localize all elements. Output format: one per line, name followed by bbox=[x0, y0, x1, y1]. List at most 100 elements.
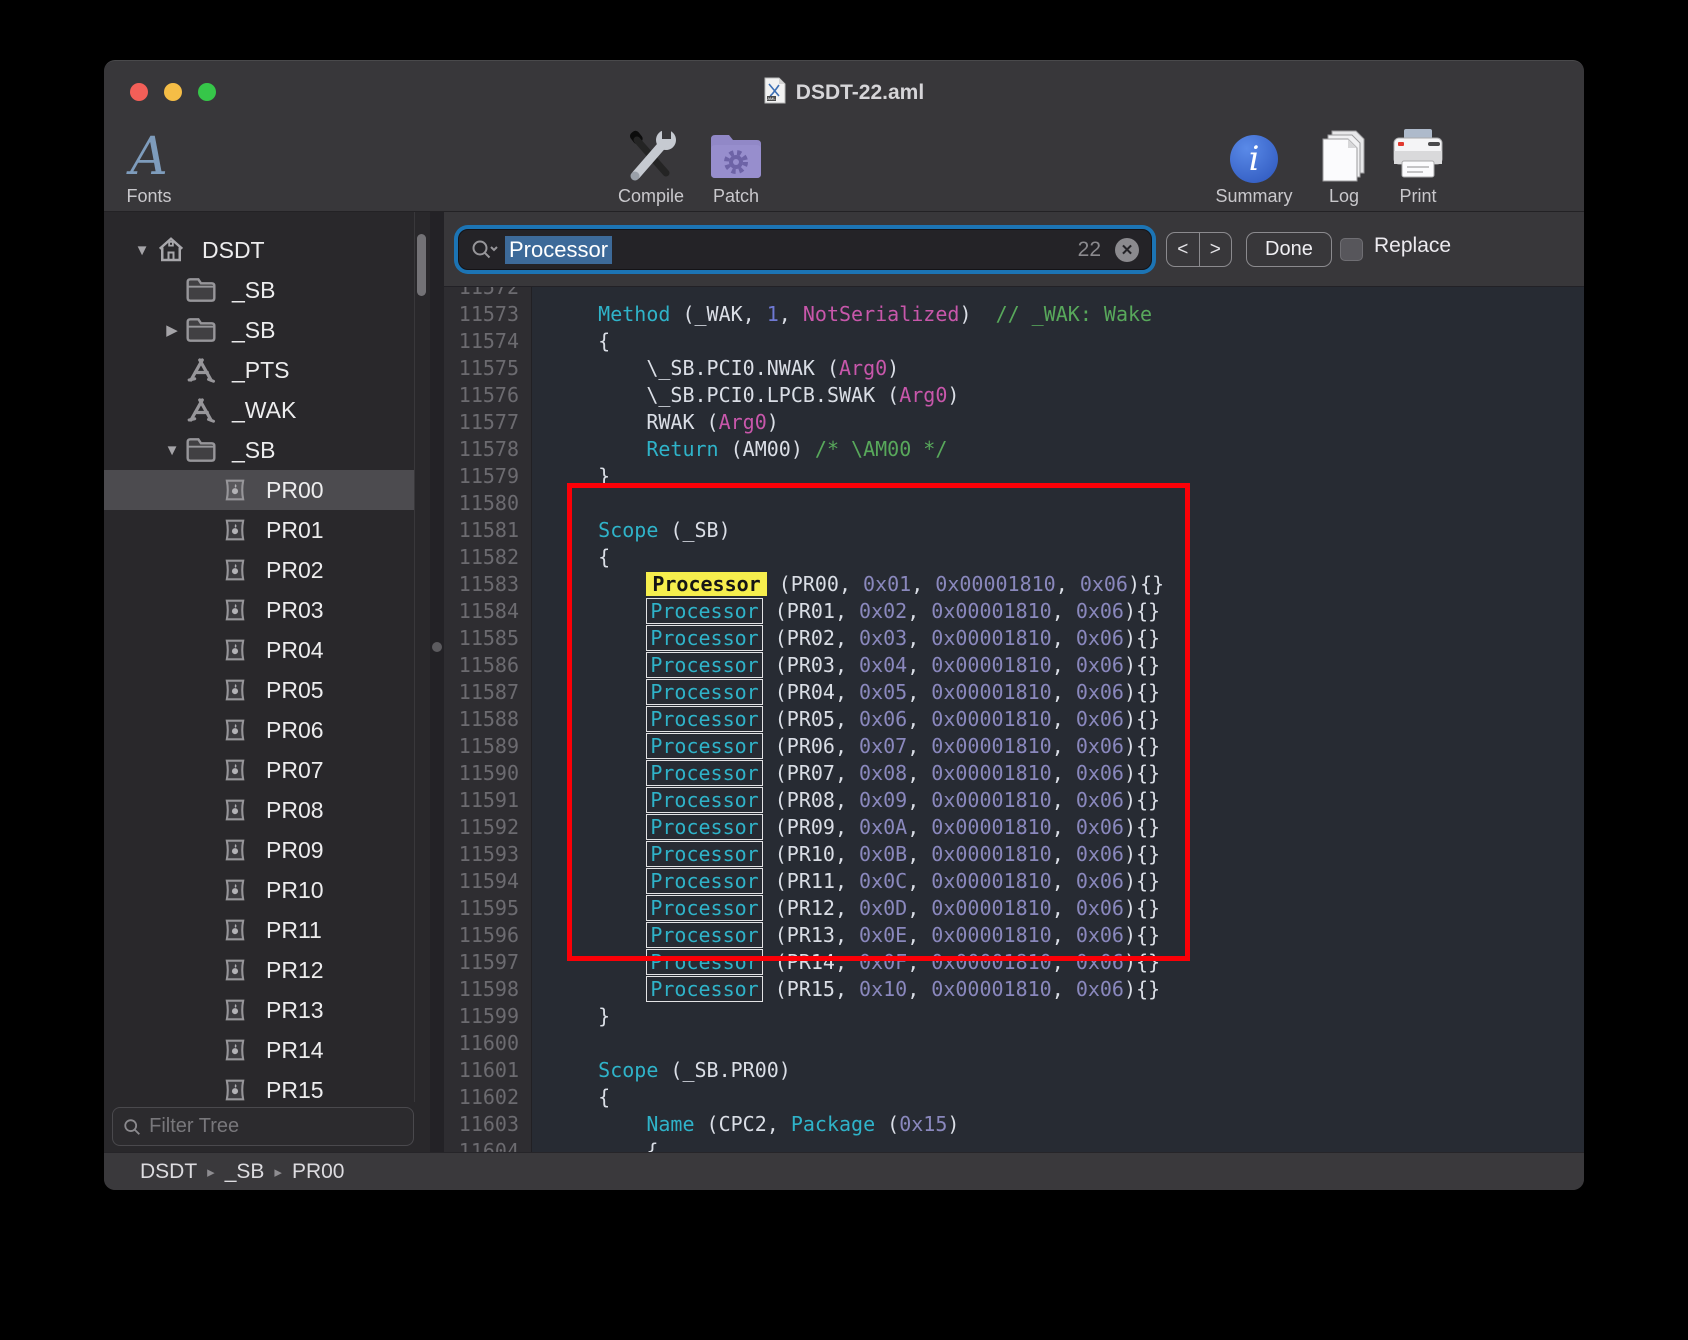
code-text[interactable]: Processor (PR12, 0x0D, 0x00001810, 0x06)… bbox=[532, 895, 1160, 922]
tree-item-pr14[interactable]: PR14 bbox=[104, 1030, 414, 1070]
code-line[interactable]: 11574 { bbox=[444, 328, 1584, 355]
code-line[interactable]: 11578 Return (AM00) /* \AM00 */ bbox=[444, 436, 1584, 463]
fonts-button[interactable]: A Fonts bbox=[104, 127, 204, 207]
splitter-handle-icon[interactable] bbox=[432, 642, 442, 652]
code-line[interactable]: 11590 Processor (PR07, 0x08, 0x00001810,… bbox=[444, 760, 1584, 787]
code-text[interactable] bbox=[532, 490, 550, 517]
breadcrumb-item-dsdt[interactable]: DSDT bbox=[140, 1160, 197, 1184]
code-line[interactable]: 11580 bbox=[444, 490, 1584, 517]
patch-button[interactable]: Patch bbox=[681, 127, 791, 207]
code-text[interactable]: Processor (PR02, 0x03, 0x00001810, 0x06)… bbox=[532, 625, 1160, 652]
tree-item-dsdt[interactable]: ▼DSDT bbox=[104, 230, 414, 270]
code-line[interactable]: 11584 Processor (PR01, 0x02, 0x00001810,… bbox=[444, 598, 1584, 625]
code-line[interactable]: 11597 Processor (PR14, 0x0F, 0x00001810,… bbox=[444, 949, 1584, 976]
code-line[interactable]: 11604 { bbox=[444, 1138, 1584, 1152]
scrollbar-thumb[interactable] bbox=[417, 234, 426, 296]
tree-item-wak[interactable]: _WAK bbox=[104, 390, 414, 430]
code-text[interactable]: Processor (PR03, 0x04, 0x00001810, 0x06)… bbox=[532, 652, 1160, 679]
tree-item-pr07[interactable]: PR07 bbox=[104, 750, 414, 790]
clear-search-icon[interactable]: ✕ bbox=[1115, 238, 1139, 262]
breadcrumb-item-sb[interactable]: _SB bbox=[225, 1160, 265, 1184]
tree-item-pr15[interactable]: PR15 bbox=[104, 1070, 414, 1102]
tree-item-pr11[interactable]: PR11 bbox=[104, 910, 414, 950]
disclosure-triangle-icon[interactable]: ▶ bbox=[160, 321, 184, 339]
code-text[interactable]: Processor (PR11, 0x0C, 0x00001810, 0x06)… bbox=[532, 868, 1160, 895]
code-text[interactable]: Processor (PR00, 0x01, 0x00001810, 0x06)… bbox=[532, 571, 1164, 598]
replace-checkbox[interactable] bbox=[1340, 238, 1363, 261]
filter-tree-field[interactable] bbox=[112, 1107, 414, 1146]
tree-item-pr09[interactable]: PR09 bbox=[104, 830, 414, 870]
previous-match-button[interactable]: < bbox=[1167, 233, 1200, 266]
tree-item-pr13[interactable]: PR13 bbox=[104, 990, 414, 1030]
done-button[interactable]: Done bbox=[1246, 232, 1332, 267]
code-text[interactable]: Processor (PR14, 0x0F, 0x00001810, 0x06)… bbox=[532, 949, 1160, 976]
code-line[interactable]: 11595 Processor (PR12, 0x0D, 0x00001810,… bbox=[444, 895, 1584, 922]
tree-item-pr02[interactable]: PR02 bbox=[104, 550, 414, 590]
code-text[interactable]: Return (AM00) /* \AM00 */ bbox=[532, 436, 947, 463]
code-line[interactable]: 11583 Processor (PR00, 0x01, 0x00001810,… bbox=[444, 571, 1584, 598]
code-text[interactable]: { bbox=[532, 1138, 658, 1152]
code-line[interactable]: 11600 bbox=[444, 1030, 1584, 1057]
code-text[interactable]: Processor (PR01, 0x02, 0x00001810, 0x06)… bbox=[532, 598, 1160, 625]
code-line[interactable]: 11576 \_SB.PCI0.LPCB.SWAK (Arg0) bbox=[444, 382, 1584, 409]
code-line[interactable]: 11572 bbox=[444, 287, 1584, 301]
tree-item-pr01[interactable]: PR01 bbox=[104, 510, 414, 550]
code-line[interactable]: 11573 Method (_WAK, 1, NotSerialized) //… bbox=[444, 301, 1584, 328]
code-text[interactable]: Name (CPC2, Package (0x15) bbox=[532, 1111, 959, 1138]
disclosure-triangle-icon[interactable]: ▼ bbox=[130, 242, 154, 259]
code-line[interactable]: 11601 Scope (_SB.PR00) bbox=[444, 1057, 1584, 1084]
code-text[interactable]: Processor (PR15, 0x10, 0x00001810, 0x06)… bbox=[532, 976, 1160, 1003]
code-line[interactable]: 11596 Processor (PR13, 0x0E, 0x00001810,… bbox=[444, 922, 1584, 949]
code-text[interactable]: Scope (_SB) bbox=[532, 517, 731, 544]
code-text[interactable]: Processor (PR07, 0x08, 0x00001810, 0x06)… bbox=[532, 760, 1160, 787]
code-line[interactable]: 11575 \_SB.PCI0.NWAK (Arg0) bbox=[444, 355, 1584, 382]
code-text[interactable]: Processor (PR10, 0x0B, 0x00001810, 0x06)… bbox=[532, 841, 1160, 868]
code-line[interactable]: 11587 Processor (PR04, 0x05, 0x00001810,… bbox=[444, 679, 1584, 706]
code-text[interactable]: Processor (PR06, 0x07, 0x00001810, 0x06)… bbox=[532, 733, 1160, 760]
code-text[interactable]: { bbox=[532, 328, 610, 355]
code-text[interactable]: } bbox=[532, 1003, 610, 1030]
code-text[interactable] bbox=[532, 287, 550, 301]
pane-splitter[interactable] bbox=[430, 212, 444, 1152]
code-editor[interactable]: 1157211573 Method (_WAK, 1, NotSerialize… bbox=[444, 287, 1584, 1152]
sidebar-scrollbar[interactable] bbox=[414, 212, 428, 1102]
code-text[interactable]: Processor (PR13, 0x0E, 0x00001810, 0x06)… bbox=[532, 922, 1160, 949]
code-text[interactable]: Processor (PR04, 0x05, 0x00001810, 0x06)… bbox=[532, 679, 1160, 706]
code-text[interactable]: Method (_WAK, 1, NotSerialized) // _WAK:… bbox=[532, 301, 1152, 328]
tree-item-pr10[interactable]: PR10 bbox=[104, 870, 414, 910]
code-line[interactable]: 11581 Scope (_SB) bbox=[444, 517, 1584, 544]
code-line[interactable]: 11602 { bbox=[444, 1084, 1584, 1111]
tree-item-pr00[interactable]: PR00 bbox=[104, 470, 414, 510]
code-line[interactable]: 11603 Name (CPC2, Package (0x15) bbox=[444, 1111, 1584, 1138]
tree-item-pr03[interactable]: PR03 bbox=[104, 590, 414, 630]
tree-item-sb[interactable]: ▼_SB bbox=[104, 430, 414, 470]
code-text[interactable]: { bbox=[532, 544, 610, 571]
find-input[interactable]: Processor 22 ✕ bbox=[458, 229, 1152, 270]
tree-item-pr06[interactable]: PR06 bbox=[104, 710, 414, 750]
code-line[interactable]: 11585 Processor (PR02, 0x03, 0x00001810,… bbox=[444, 625, 1584, 652]
tree-item-pr05[interactable]: PR05 bbox=[104, 670, 414, 710]
tree-item-pr04[interactable]: PR04 bbox=[104, 630, 414, 670]
code-text[interactable]: Scope (_SB.PR00) bbox=[532, 1057, 791, 1084]
code-line[interactable]: 11577 RWAK (Arg0) bbox=[444, 409, 1584, 436]
tree-item-pts[interactable]: _PTS bbox=[104, 350, 414, 390]
code-text[interactable]: RWAK (Arg0) bbox=[532, 409, 779, 436]
breadcrumb-item-pr00[interactable]: PR00 bbox=[292, 1160, 345, 1184]
tree-item-sb[interactable]: ▶_SB bbox=[104, 310, 414, 350]
code-text[interactable]: \_SB.PCI0.NWAK (Arg0) bbox=[532, 355, 899, 382]
code-line[interactable]: 11592 Processor (PR09, 0x0A, 0x00001810,… bbox=[444, 814, 1584, 841]
code-text[interactable]: { bbox=[532, 1084, 610, 1111]
code-text[interactable]: Processor (PR09, 0x0A, 0x00001810, 0x06)… bbox=[532, 814, 1160, 841]
code-line[interactable]: 11594 Processor (PR11, 0x0C, 0x00001810,… bbox=[444, 868, 1584, 895]
tree-item-sb[interactable]: _SB bbox=[104, 270, 414, 310]
code-line[interactable]: 11593 Processor (PR10, 0x0B, 0x00001810,… bbox=[444, 841, 1584, 868]
tree-item-pr08[interactable]: PR08 bbox=[104, 790, 414, 830]
code-line[interactable]: 11589 Processor (PR06, 0x07, 0x00001810,… bbox=[444, 733, 1584, 760]
code-text[interactable]: } bbox=[532, 463, 610, 490]
filter-tree-input[interactable] bbox=[149, 1115, 403, 1138]
code-line[interactable]: 11591 Processor (PR08, 0x09, 0x00001810,… bbox=[444, 787, 1584, 814]
disclosure-triangle-icon[interactable]: ▼ bbox=[160, 442, 184, 459]
code-line[interactable]: 11586 Processor (PR03, 0x04, 0x00001810,… bbox=[444, 652, 1584, 679]
code-text[interactable]: \_SB.PCI0.LPCB.SWAK (Arg0) bbox=[532, 382, 959, 409]
code-text[interactable]: Processor (PR05, 0x06, 0x00001810, 0x06)… bbox=[532, 706, 1160, 733]
